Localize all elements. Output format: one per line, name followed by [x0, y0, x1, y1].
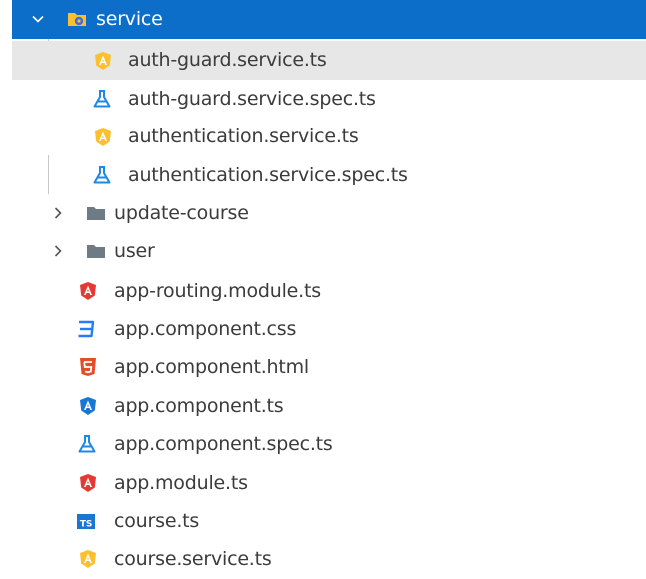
- angular-module-icon: [78, 281, 98, 301]
- tree-item-label: app.component.html: [114, 356, 310, 378]
- tree-item-label: course.service.ts: [114, 548, 272, 570]
- tree-item-label: update-course: [114, 202, 249, 224]
- tree-item-file[interactable]: auth-guard.service.spec.ts: [12, 80, 646, 119]
- tree-item-file[interactable]: app.component.css: [12, 310, 646, 349]
- tree-item-label: user: [114, 240, 155, 262]
- tree-item-file[interactable]: app.component.ts: [12, 387, 646, 426]
- chevron-right-icon[interactable]: [50, 205, 66, 221]
- angular-module-icon: [78, 473, 98, 493]
- chevron-down-icon[interactable]: [30, 11, 46, 27]
- tree-item-label: app.component.spec.ts: [114, 433, 333, 455]
- tree-item-label: app.component.css: [114, 318, 297, 340]
- css-icon: [76, 319, 96, 339]
- angular-service-icon: [93, 127, 113, 147]
- tree-item-label: auth-guard.service.spec.ts: [128, 88, 376, 110]
- file-explorer-tree: service auth-guard.service.ts auth-guard…: [0, 0, 646, 570]
- folder-icon: [86, 241, 106, 261]
- chevron-right-icon[interactable]: [50, 243, 66, 259]
- tree-item-file[interactable]: TS course.ts: [12, 502, 646, 541]
- angular-service-icon: [93, 51, 113, 71]
- tree-item-label: app.module.ts: [114, 472, 248, 494]
- tree-item-label: authentication.service.ts: [128, 125, 359, 147]
- tree-item-file[interactable]: app-routing.module.ts: [12, 272, 646, 311]
- service-folder-icon: [67, 9, 87, 29]
- tree-item-label: authentication.service.spec.ts: [128, 164, 408, 186]
- tree-item-label: app-routing.module.ts: [114, 280, 321, 302]
- angular-component-icon: [78, 396, 98, 416]
- typescript-icon: TS: [76, 511, 96, 531]
- tree-item-file[interactable]: app.module.ts: [12, 464, 646, 503]
- tree-item-folder-user[interactable]: user: [12, 232, 646, 271]
- tree-item-folder-update-course[interactable]: update-course: [12, 194, 646, 233]
- tree-item-label: auth-guard.service.ts: [128, 49, 327, 71]
- tree-item-label: service: [96, 8, 163, 30]
- test-flask-icon: [92, 89, 112, 109]
- ts-badge-text: TS: [80, 520, 92, 530]
- tree-item-file[interactable]: auth-guard.service.ts: [12, 41, 646, 80]
- tree-item-label: app.component.ts: [114, 395, 284, 417]
- tree-item-file[interactable]: app.component.html: [12, 348, 646, 387]
- angular-service-icon: [78, 549, 98, 569]
- tree-item-label: course.ts: [114, 510, 200, 532]
- test-flask-icon: [92, 165, 112, 185]
- test-flask-icon: [77, 434, 97, 454]
- tree-item-file[interactable]: app.component.spec.ts: [12, 425, 646, 464]
- tree-item-file[interactable]: authentication.service.ts: [12, 117, 646, 156]
- tree-item-service[interactable]: service: [12, 0, 646, 39]
- tree-item-file[interactable]: authentication.service.spec.ts: [12, 156, 646, 195]
- tree-item-file[interactable]: course.service.ts: [12, 540, 646, 579]
- folder-icon: [86, 203, 106, 223]
- html5-icon: [78, 357, 98, 377]
